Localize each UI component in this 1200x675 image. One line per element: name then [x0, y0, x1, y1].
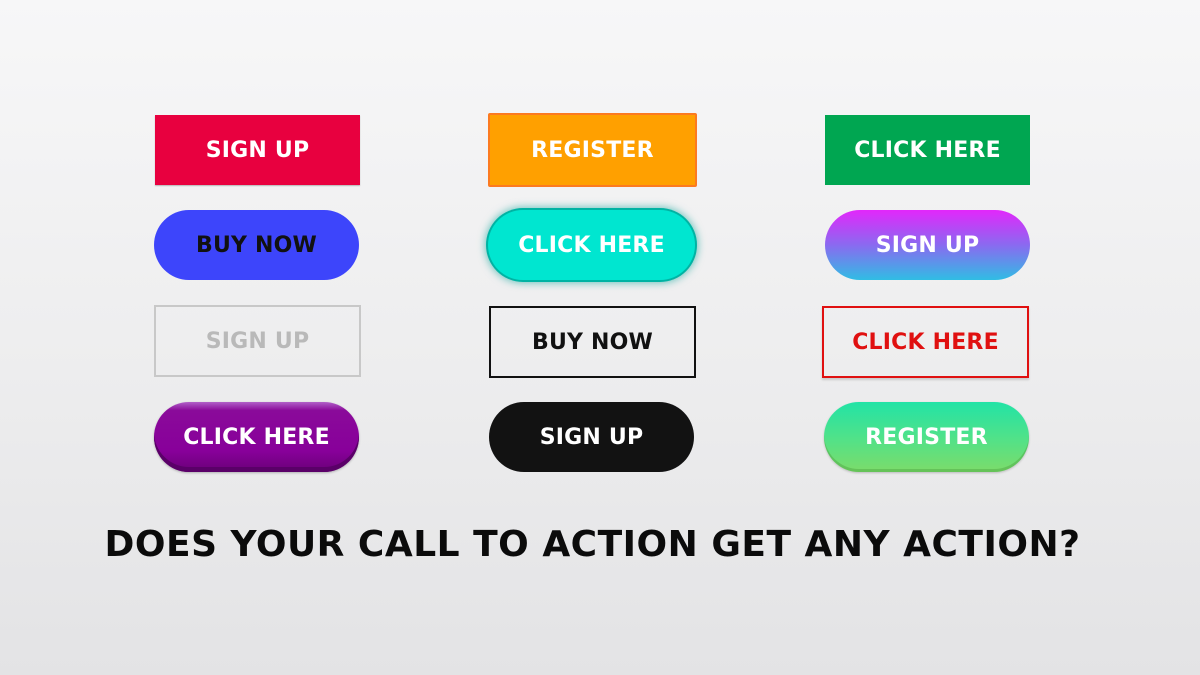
sign-up-button-gradient[interactable]: SIGN UP	[825, 210, 1030, 280]
headline: DOES YOUR CALL TO ACTION GET ANY ACTION?	[104, 524, 1081, 565]
buy-now-button-outline-black[interactable]: BUY NOW	[489, 306, 696, 378]
sign-up-button-crimson[interactable]: SIGN UP	[155, 115, 360, 185]
register-button-orange[interactable]: REGISTER	[488, 113, 697, 187]
register-button-green-gradient[interactable]: REGISTER	[824, 402, 1029, 472]
click-here-button-purple[interactable]: CLICK HERE	[154, 402, 359, 472]
click-here-button-turquoise[interactable]: CLICK HERE	[488, 210, 695, 280]
click-here-button-outline-red[interactable]: CLICK HERE	[822, 306, 1029, 378]
sign-up-button-outline-gray[interactable]: SIGN UP	[154, 305, 361, 377]
click-here-button-green[interactable]: CLICK HERE	[825, 115, 1030, 185]
buy-now-button-blue[interactable]: BUY NOW	[154, 210, 359, 280]
sign-up-button-black[interactable]: SIGN UP	[489, 402, 694, 472]
